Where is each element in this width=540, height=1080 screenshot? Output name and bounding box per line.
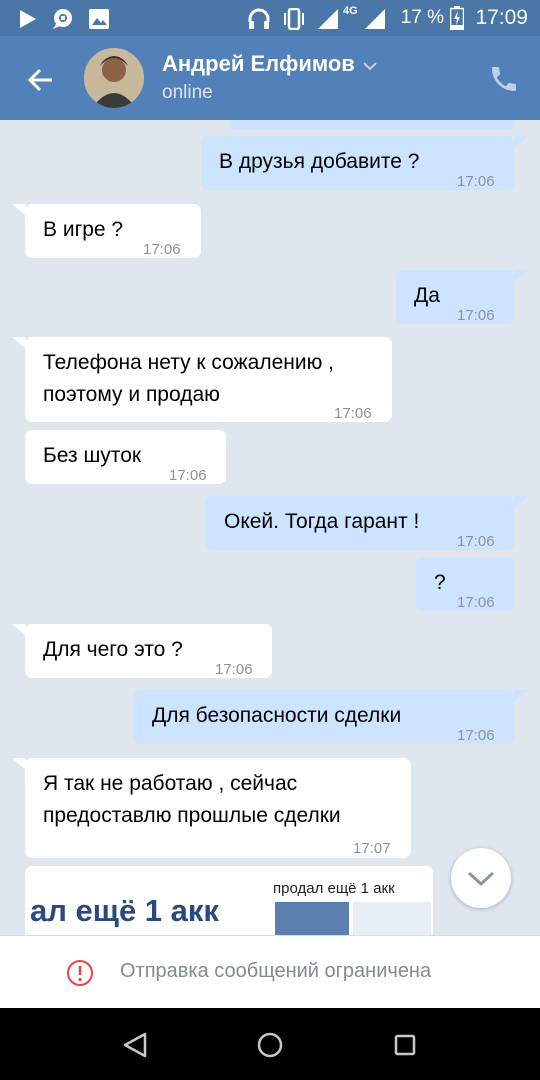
message-bubble-incoming[interactable]: Телефона нету к сожалению , поэтому и пр… (25, 337, 392, 422)
image-icon (89, 9, 109, 29)
headphones-icon (248, 8, 270, 29)
contact-name[interactable]: Андрей Елфимов (162, 51, 355, 77)
message-time: 17:07 (353, 840, 391, 857)
signal-icon (318, 9, 338, 29)
message-text: ? (434, 571, 446, 594)
message-time: 17:06 (215, 661, 253, 678)
battery-percent: 17 % (400, 7, 444, 28)
message-time: 17:06 (169, 467, 207, 484)
warning-icon (67, 960, 93, 986)
phone-icon[interactable] (488, 63, 520, 95)
message-time: 17:06 (457, 594, 495, 611)
status-time: 17:09 (475, 6, 528, 29)
image-screenshot-left (275, 902, 349, 935)
messaging-restricted-bar: Отправка сообщений ограничена (0, 935, 540, 1009)
message-text-line: Я так не работаю , сейчас (43, 772, 298, 795)
message-text: Для чего это ? (43, 638, 183, 661)
message-time: 17:06 (143, 241, 181, 258)
message-text: Без шуток (43, 444, 142, 467)
message-text-line: Телефона нету к сожалению , (43, 351, 335, 374)
image-panel: продал ещё 1 акк (273, 872, 433, 935)
image-text: ал ещё 1 акк (30, 893, 219, 928)
message-text: В друзья добавите ? (219, 150, 420, 173)
restricted-message: Отправка сообщений ограничена (120, 960, 432, 982)
bubble-tail (514, 270, 528, 282)
chat-header: Андрей Елфимов online (0, 36, 540, 120)
status-bar: 4G 17 % 17:09 (0, 0, 540, 36)
recents-icon[interactable] (393, 1033, 417, 1057)
message-text: Окей. Тогда гарант ! (224, 510, 420, 533)
message-time: 17:06 (457, 533, 495, 550)
message-time: 17:06 (457, 173, 495, 190)
avatar[interactable] (84, 48, 144, 108)
contact-status: online (162, 82, 213, 103)
image-attachment[interactable]: ал ещё 1 акк продал ещё 1 акк (25, 866, 433, 935)
bubble-tail (12, 204, 26, 216)
bubble-tail (12, 624, 26, 636)
message-text-line: предоставлю прошлые сделки (43, 804, 341, 827)
message-bubble-partial (230, 120, 514, 130)
bubble-tail (12, 337, 26, 349)
message-bubble-incoming[interactable]: Без шуток 17:06 (25, 430, 226, 484)
back-arrow-icon[interactable] (18, 58, 62, 102)
message-text: Да (414, 284, 440, 307)
bubble-tail (514, 690, 528, 702)
network-type: 4G (343, 5, 358, 17)
message-bubble-incoming[interactable]: Для чего это ? 17:06 (25, 624, 272, 678)
back-icon[interactable] (121, 1032, 149, 1058)
system-nav-bar (0, 1008, 540, 1080)
message-bubble-incoming[interactable]: В игре ? 17:06 (25, 204, 201, 258)
play-icon (20, 10, 36, 28)
message-text: Для безопасности сделки (152, 704, 402, 727)
message-time: 17:06 (334, 405, 372, 422)
bubble-tail (514, 496, 528, 508)
image-text: продал ещё 1 акк (273, 880, 395, 897)
avatar-photo (84, 48, 144, 108)
message-bubble-outgoing[interactable]: ? 17:06 (416, 557, 514, 611)
message-bubble-outgoing[interactable]: Окей. Тогда гарант ! 17:06 (206, 496, 514, 550)
chat-notification-icon (53, 9, 72, 29)
bubble-tail (514, 136, 528, 148)
message-text: В игре ? (43, 218, 124, 241)
chevron-down-icon[interactable] (362, 61, 378, 71)
signal-icon (365, 9, 385, 29)
message-bubble-outgoing[interactable]: Да 17:06 (396, 270, 514, 324)
message-list[interactable]: В друзья добавите ? 17:06 В игре ? 17:06… (0, 120, 540, 935)
charging-battery-icon (450, 6, 464, 30)
image-screenshot-right (353, 902, 431, 935)
message-bubble-outgoing[interactable]: Для безопасности сделки 17:06 (134, 690, 514, 744)
vibrate-icon (284, 8, 304, 30)
message-bubble-outgoing[interactable]: В друзья добавите ? 17:06 (201, 136, 514, 190)
message-time: 17:06 (457, 307, 495, 324)
bubble-tail (12, 758, 26, 770)
message-time: 17:06 (457, 727, 495, 744)
scroll-down-button[interactable] (451, 848, 511, 908)
message-bubble-incoming[interactable]: Я так не работаю , сейчас предоставлю пр… (25, 758, 411, 858)
home-icon[interactable] (256, 1031, 284, 1059)
chevron-down-icon (467, 871, 495, 887)
